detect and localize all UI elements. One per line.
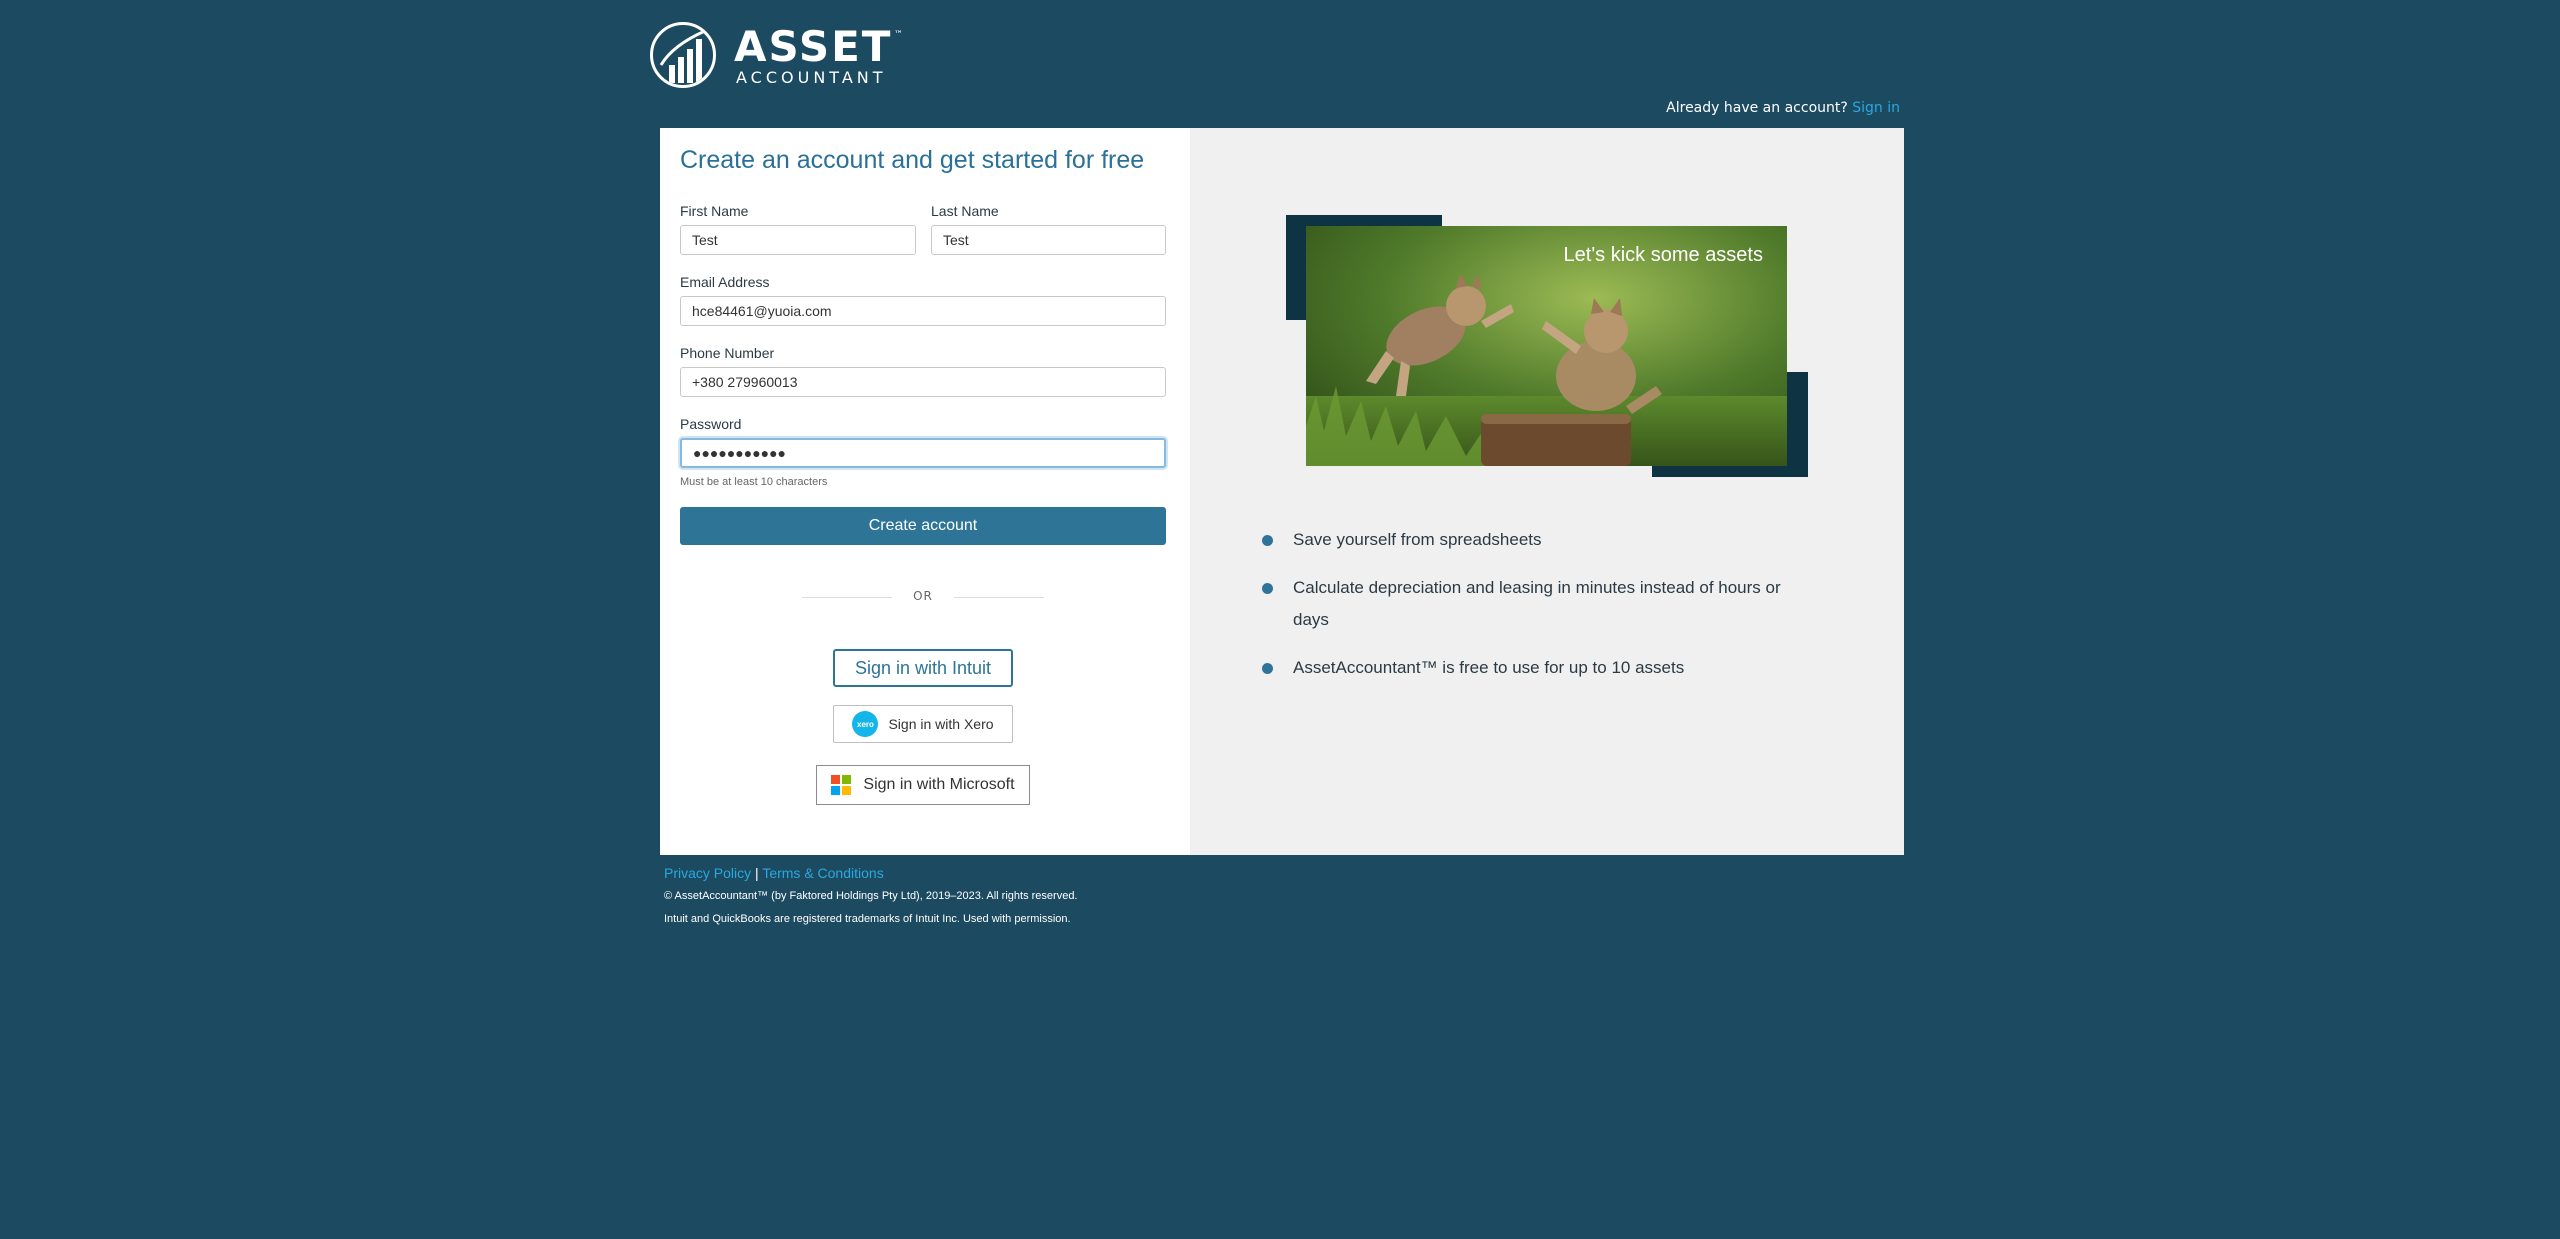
footer-separator: | [755, 865, 759, 881]
password-hint: Must be at least 10 characters [680, 476, 828, 488]
signup-card: Create an account and get started for fr… [660, 128, 1904, 855]
footer-links: Privacy Policy | Terms & Conditions [664, 865, 884, 881]
last-name-input[interactable] [931, 225, 1166, 255]
benefit-item: Calculate depreciation and leasing in mi… [1262, 572, 1802, 636]
copyright-text: © AssetAccountant™ (by Faktored Holdings… [664, 890, 1078, 902]
brand-logo[interactable]: ASSET ™ ACCOUNTANT [650, 22, 910, 94]
sign-in-microsoft-button[interactable]: Sign in with Microsoft [816, 765, 1030, 805]
benefits-list: Save yourself from spreadsheets Calculat… [1262, 524, 1802, 700]
create-account-button[interactable]: Create account [680, 507, 1166, 545]
password-input[interactable] [680, 438, 1166, 468]
phone-input[interactable] [680, 367, 1166, 397]
promo-panel: Let's kick some assets Save yourself fro… [1190, 128, 1904, 855]
form-title: Create an account and get started for fr… [680, 146, 1145, 174]
logo-chart-icon [650, 22, 716, 88]
privacy-policy-link[interactable]: Privacy Policy [664, 865, 751, 881]
first-name-label: First Name [680, 203, 749, 219]
kittens-photo: Let's kick some assets [1306, 226, 1787, 466]
first-name-input[interactable] [680, 225, 916, 255]
xero-icon: xero [852, 711, 879, 737]
phone-label: Phone Number [680, 345, 775, 361]
signup-form: Create an account and get started for fr… [660, 128, 1190, 855]
microsoft-button-label: Sign in with Microsoft [863, 776, 1015, 793]
trademark-text: Intuit and QuickBooks are registered tra… [664, 913, 1071, 925]
sign-in-intuit-button[interactable]: Sign in with Intuit [833, 649, 1013, 687]
email-input[interactable] [680, 296, 1166, 326]
last-name-label: Last Name [931, 203, 999, 219]
email-label: Email Address [680, 274, 770, 290]
brand-name: ASSET [734, 22, 893, 71]
sign-in-xero-button[interactable]: xero Sign in with Xero [833, 705, 1013, 743]
benefit-item: Save yourself from spreadsheets [1262, 524, 1802, 556]
or-divider-right [954, 597, 1044, 598]
brand-tm: ™ [894, 30, 903, 40]
terms-link[interactable]: Terms & Conditions [762, 865, 883, 881]
or-divider-left [802, 597, 892, 598]
benefit-item: AssetAccountant™ is free to use for up t… [1262, 652, 1802, 684]
already-text: Already have an account? [1666, 100, 1848, 116]
already-have-account: Already have an account? Sign in [1666, 100, 1900, 116]
password-label: Password [680, 416, 742, 432]
microsoft-icon [831, 775, 852, 795]
or-text: OR [913, 589, 933, 603]
brand-subtitle: ACCOUNTANT [736, 68, 887, 87]
sign-in-link[interactable]: Sign in [1852, 100, 1900, 116]
photo-caption: Let's kick some assets [1563, 244, 1763, 266]
xero-button-label: Sign in with Xero [888, 716, 994, 732]
